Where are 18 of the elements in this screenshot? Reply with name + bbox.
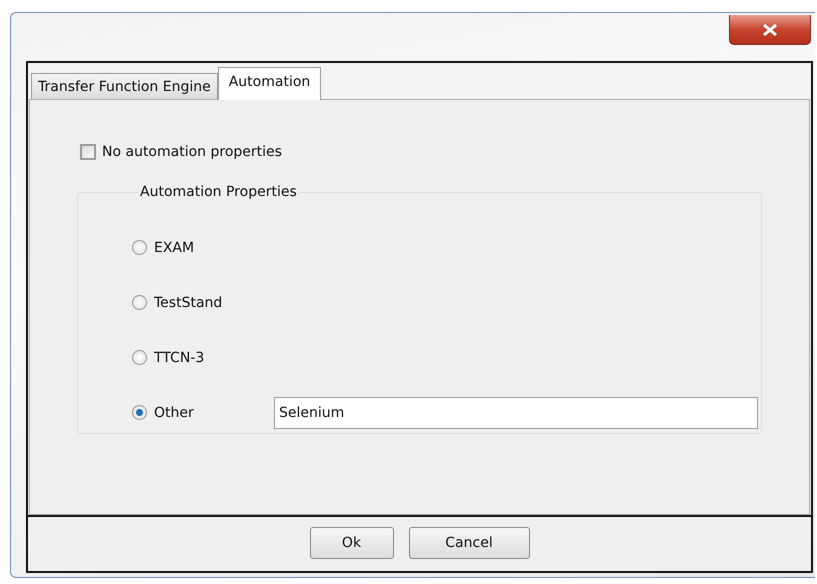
radio-button[interactable] [132, 240, 147, 255]
tab[interactable]: Transfer Function Engine [31, 73, 218, 99]
close-button[interactable] [729, 15, 811, 45]
checkbox-label: No automation properties [102, 144, 282, 160]
group-title: Automation Properties [139, 184, 298, 200]
tab[interactable]: Automation [218, 67, 322, 100]
radio-button[interactable] [132, 405, 147, 420]
radio-label: EXAM [154, 240, 196, 256]
radio-button[interactable] [132, 295, 147, 310]
radio-label: TTCN-3 [154, 350, 206, 366]
close-icon [762, 24, 778, 36]
radio-label: TestStand [154, 294, 224, 310]
checkbox[interactable] [80, 144, 96, 160]
radio-label: Other [154, 404, 195, 420]
ok-button[interactable]: Ok [310, 527, 394, 559]
input-field[interactable]: Selenium [274, 396, 758, 428]
radio-button[interactable] [132, 350, 147, 365]
cancel-button[interactable]: Cancel [408, 527, 530, 559]
